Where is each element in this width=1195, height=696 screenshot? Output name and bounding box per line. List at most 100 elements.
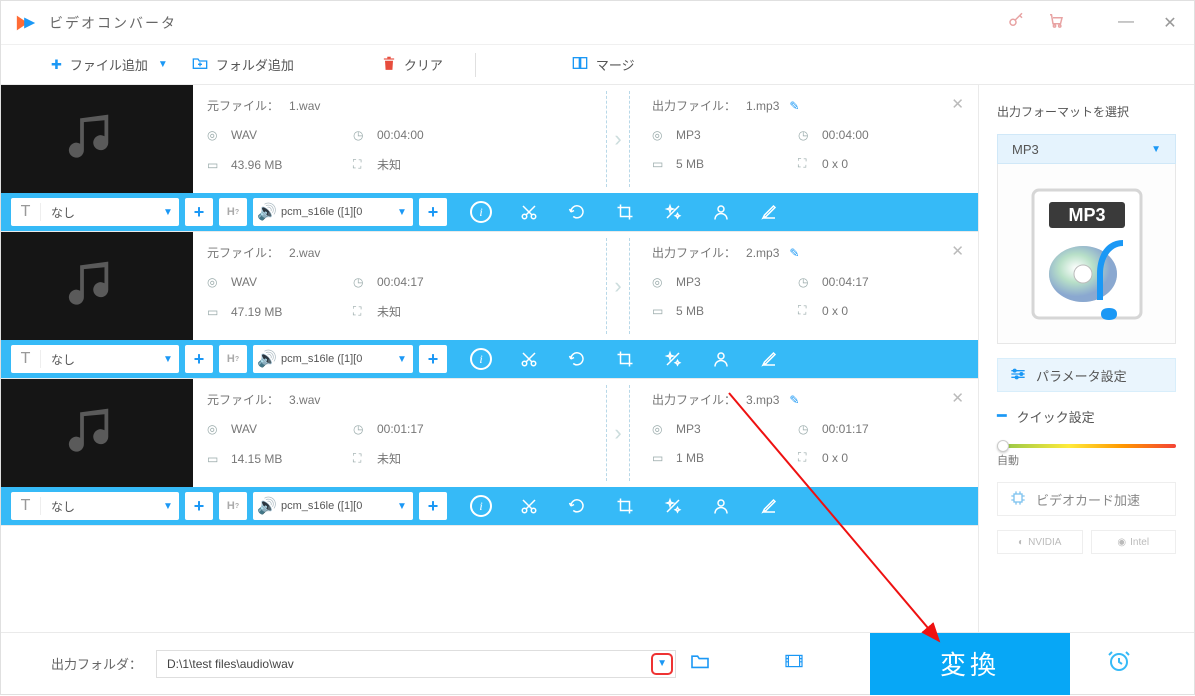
file-thumbnail[interactable] (1, 379, 193, 487)
film-icon[interactable] (784, 653, 804, 674)
expand-icon: ⛶ (353, 157, 369, 172)
subtitle-edit-button[interactable] (745, 345, 793, 373)
speaker-icon: 🔊 (253, 496, 281, 516)
file-edit-bar: T なし ▼ + H? 🔊 pcm_s16le ([1][0 ▼ + i (1, 193, 978, 231)
add-file-dropdown-icon[interactable]: ▼ (158, 59, 168, 70)
alarm-icon[interactable] (1084, 649, 1154, 679)
search-subtitle-button[interactable]: H? (219, 345, 247, 373)
output-file-name: 2.mp3 (746, 246, 779, 260)
path-dropdown-icon[interactable]: ▼ (651, 653, 673, 675)
source-info: 元ファイル： 1.wav ◎WAV ◷00:04:00 ▭43.96 MB ⛶未… (193, 85, 598, 193)
collapse-icon[interactable]: ━ (997, 406, 1007, 426)
disc-icon: ◎ (207, 128, 223, 142)
disc-icon: ◎ (652, 422, 668, 436)
trim-button[interactable] (505, 492, 553, 520)
key-icon[interactable] (996, 11, 1036, 34)
file-thumbnail[interactable] (1, 232, 193, 340)
output-path-input[interactable]: D:\1\test files\audio\wav ▼ (156, 650, 676, 678)
output-resolution: 0 x 0 (822, 304, 848, 318)
expand-icon: ⛶ (798, 156, 814, 171)
subtitle-edit-button[interactable] (745, 198, 793, 226)
source-duration: 00:04:00 (377, 128, 424, 142)
rotate-button[interactable] (553, 198, 601, 226)
crop-button[interactable] (601, 345, 649, 373)
subtitle-selector[interactable]: T なし ▼ (11, 345, 179, 373)
add-file-label: ファイル追加 (70, 55, 148, 74)
merge-button[interactable]: マージ (572, 55, 635, 74)
output-duration: 00:04:17 (822, 275, 869, 289)
effects-button[interactable] (649, 198, 697, 226)
source-size: 43.96 MB (231, 158, 282, 172)
remove-file-button[interactable]: ✕ (951, 242, 964, 260)
watermark-button[interactable] (697, 492, 745, 520)
browse-folder-icon[interactable] (690, 653, 710, 674)
audio-track-selector[interactable]: 🔊 pcm_s16le ([1][0 ▼ (253, 492, 413, 520)
effects-button[interactable] (649, 492, 697, 520)
file-edit-bar: T なし ▼ + H? 🔊 pcm_s16le ([1][0 ▼ + i (1, 340, 978, 378)
source-file-label: 元ファイル： (207, 97, 279, 114)
crop-button[interactable] (601, 492, 649, 520)
format-selector[interactable]: MP3 ▼ (997, 134, 1176, 164)
add-audio-button[interactable]: + (419, 345, 447, 373)
add-file-button[interactable]: ✚ ファイル追加 (51, 55, 148, 74)
subtitle-edit-button[interactable] (745, 492, 793, 520)
cart-icon[interactable] (1036, 11, 1076, 34)
search-subtitle-button[interactable]: H? (219, 492, 247, 520)
watermark-button[interactable] (697, 345, 745, 373)
audio-track-selector[interactable]: 🔊 pcm_s16le ([1][0 ▼ (253, 198, 413, 226)
chevron-down-icon[interactable]: ▼ (391, 207, 413, 218)
subtitle-selector[interactable]: T なし ▼ (11, 492, 179, 520)
file-thumbnail[interactable] (1, 85, 193, 193)
source-file-name: 1.wav (289, 99, 320, 113)
subtitle-icon: T (11, 350, 41, 368)
close-button[interactable]: ✕ (1160, 13, 1180, 33)
chevron-down-icon[interactable]: ▼ (391, 354, 413, 365)
watermark-button[interactable] (697, 198, 745, 226)
source-size: 14.15 MB (231, 452, 282, 466)
edit-output-icon[interactable]: ✎ (789, 393, 799, 407)
edit-output-icon[interactable]: ✎ (789, 99, 799, 113)
chevron-down-icon[interactable]: ▼ (391, 501, 413, 512)
rotate-button[interactable] (553, 492, 601, 520)
add-subtitle-button[interactable]: + (185, 198, 213, 226)
crop-button[interactable] (601, 198, 649, 226)
effects-button[interactable] (649, 345, 697, 373)
info-button[interactable]: i (457, 198, 505, 226)
source-resolution: 未知 (377, 303, 401, 320)
edit-output-icon[interactable]: ✎ (789, 246, 799, 260)
parameter-settings-button[interactable]: パラメータ設定 (997, 358, 1176, 392)
chevron-down-icon[interactable]: ▼ (157, 354, 179, 365)
trim-button[interactable] (505, 198, 553, 226)
add-subtitle-button[interactable]: + (185, 492, 213, 520)
info-button[interactable]: i (457, 492, 505, 520)
search-subtitle-button[interactable]: H? (219, 198, 247, 226)
subtitle-selector[interactable]: T なし ▼ (11, 198, 179, 226)
gpu-accel-button[interactable]: ビデオカード加速 (997, 482, 1176, 516)
add-folder-button[interactable]: フォルダ追加 (192, 55, 294, 74)
quality-slider[interactable]: 自動 (997, 444, 1176, 468)
add-audio-button[interactable]: + (419, 198, 447, 226)
trim-button[interactable] (505, 345, 553, 373)
output-info: ✕ 出力ファイル： 2.mp3 ✎ ◎MP3 ◷00:04:17 ▭5 MB ⛶… (638, 232, 978, 340)
convert-button[interactable]: 変換 (870, 633, 1070, 695)
audio-track-selector[interactable]: 🔊 pcm_s16le ([1][0 ▼ (253, 345, 413, 373)
sidebar: 出力フォーマットを選択 MP3 ▼ MP3 (978, 85, 1194, 632)
gpu-intel: ◉Intel (1091, 530, 1177, 554)
info-button[interactable]: i (457, 345, 505, 373)
minimize-button[interactable]: — (1116, 13, 1136, 33)
chevron-down-icon[interactable]: ▼ (157, 501, 179, 512)
add-audio-button[interactable]: + (419, 492, 447, 520)
clear-button[interactable]: クリア (382, 55, 443, 74)
clock-icon: ◷ (798, 128, 814, 142)
add-subtitle-button[interactable]: + (185, 345, 213, 373)
remove-file-button[interactable]: ✕ (951, 95, 964, 113)
app-logo-icon (15, 12, 37, 34)
rotate-button[interactable] (553, 345, 601, 373)
output-format: MP3 (676, 275, 701, 289)
chevron-down-icon[interactable]: ▼ (157, 207, 179, 218)
remove-file-button[interactable]: ✕ (951, 389, 964, 407)
expand-icon: ⛶ (353, 451, 369, 466)
file-item: 元ファイル： 2.wav ◎WAV ◷00:04:17 ▭47.19 MB ⛶未… (1, 232, 978, 379)
disc-icon: ◎ (652, 128, 668, 142)
subtitle-value: なし (41, 498, 157, 515)
